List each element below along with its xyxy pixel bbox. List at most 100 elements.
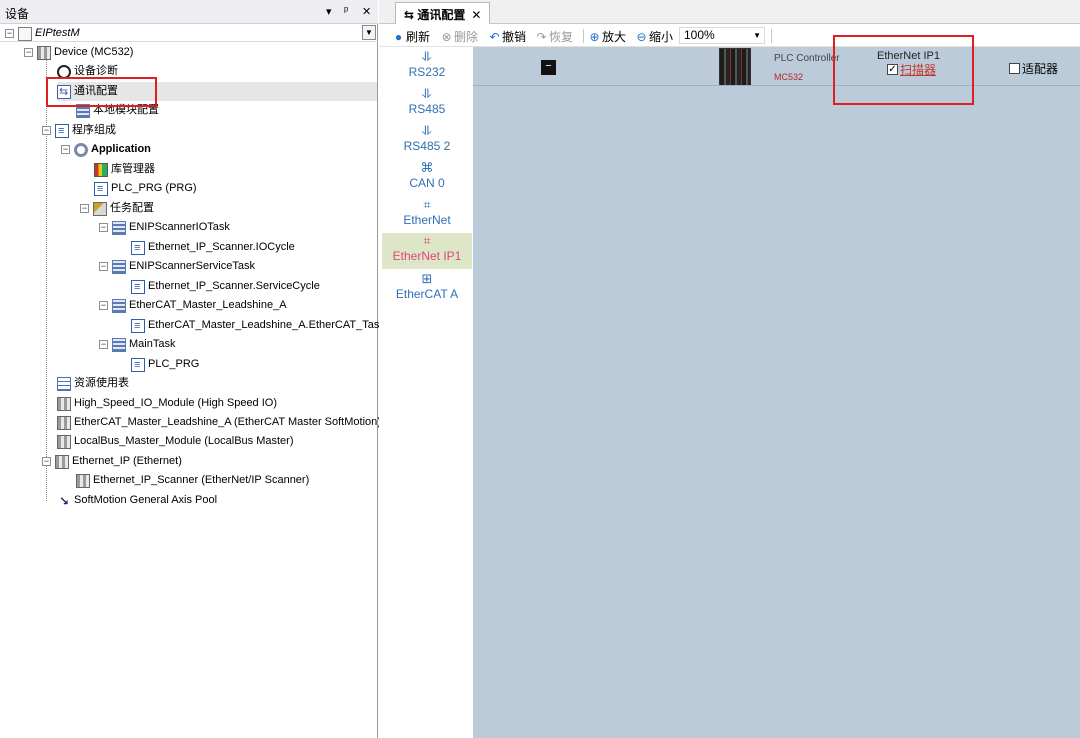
highlight-box (833, 35, 974, 105)
interface-sidebar: ⥥ RS232 ⥥ RS485 ⥥ RS485 2 ⌘ CAN 0 ⌗ EtherNet … (382, 47, 472, 738)
tree-item-program-group[interactable]: − 程序组成 (42, 121, 116, 141)
tree-item-task[interactable]: − MainTask (99, 335, 175, 354)
tree-item-task[interactable]: − ENIPScannerIOTask (99, 218, 230, 237)
program-icon (94, 180, 108, 199)
tree-item-eip-scanner[interactable]: Ethernet_IP_Scanner (EtherNet/IP Scanner… (76, 471, 309, 490)
tree-item-task[interactable]: − EtherCAT_Master_Leadshine_A (99, 296, 287, 315)
adapter-checkbox[interactable] (1009, 63, 1020, 74)
sidebar-item-rs485[interactable]: ⥥ RS485 (382, 86, 472, 122)
collapse-icon[interactable]: − (80, 204, 89, 213)
resource-table-label: 资源使用表 (74, 377, 129, 389)
tree-item-project[interactable]: − EIPtestM (5, 24, 80, 43)
delete-button[interactable]: ⊗ 删除 (441, 28, 478, 45)
library-manager-label: 库管理器 (111, 163, 155, 175)
pane-menu-icon[interactable]: ▾ (326, 5, 332, 18)
sidebar-item-ethernet-ip1[interactable]: ⌗ EtherNet IP1 (382, 233, 472, 269)
task-label: ENIPScannerIOTask (129, 221, 230, 233)
collapse-icon[interactable]: − (99, 301, 108, 310)
sidebar-item-ethercat-a[interactable]: ⊞ EtherCAT A (382, 271, 472, 307)
pin-icon[interactable]: ᵖ (344, 5, 348, 17)
application-label: Application (91, 143, 151, 155)
undo-button[interactable]: ↶ 撤销 (489, 28, 526, 45)
tree-item-resource-table[interactable]: 资源使用表 (57, 374, 129, 393)
collapse-icon[interactable]: − (99, 262, 108, 271)
redo-button[interactable]: ↷ 恢复 (536, 28, 573, 45)
serial-icon: ⥥ (422, 123, 432, 138)
zoom-out-button[interactable]: ⊖ 缩小 (636, 28, 673, 45)
tree-item-library-manager[interactable]: 库管理器 (94, 160, 155, 179)
tree-item-task-call[interactable]: EtherCAT_Master_Leadshine_A.EtherCAT_Tas… (131, 316, 385, 336)
can-bus-icon: ⌘ (420, 160, 434, 175)
sidebar-item-label: RS485 (408, 102, 446, 116)
task-call-label: Ethernet_IP_Scanner.IOCycle (148, 241, 295, 253)
redo-icon: ↷ (536, 30, 547, 44)
device-pane-titlebar: 设备 ▾ ᵖ ✕ (0, 0, 378, 24)
chevron-down-icon: ▼ (753, 31, 761, 40)
zoom-value: 100% (684, 28, 715, 42)
tree-item-task-call[interactable]: Ethernet_IP_Scanner.ServiceCycle (131, 277, 320, 297)
undo-icon: ↶ (489, 30, 500, 44)
network-config-icon: ⇆ (404, 8, 418, 22)
device-icon (57, 396, 71, 411)
zoom-select[interactable]: 100% ▼ (679, 27, 765, 44)
sidebar-item-label: RS485 2 (403, 139, 451, 153)
tree-item-task-call[interactable]: Ethernet_IP_Scanner.IOCycle (131, 238, 295, 258)
device-icon (37, 45, 51, 60)
tree-item-ethernet-ip[interactable]: − Ethernet_IP (Ethernet) (42, 452, 182, 471)
sidebar-item-rs232[interactable]: ⥥ RS232 (382, 49, 472, 85)
zoom-in-button[interactable]: ⊕ 放大 (589, 28, 626, 45)
collapse-icon[interactable]: − (99, 340, 108, 349)
plc-controller-image[interactable] (719, 48, 751, 86)
tree-item-module[interactable]: LocalBus_Master_Module (LocalBus Master) (57, 432, 294, 451)
collapse-icon[interactable]: − (99, 223, 108, 232)
zoom-out-label: 缩小 (649, 30, 674, 44)
collapse-button[interactable]: − (541, 60, 556, 75)
module-label: LocalBus_Master_Module (LocalBus Master) (74, 435, 294, 447)
tree-item-plc-prg[interactable]: PLC_PRG (PRG) (94, 179, 197, 199)
delete-icon: ⊗ (441, 30, 452, 44)
collapse-icon[interactable]: − (61, 145, 70, 154)
undo-label: 撤销 (502, 30, 527, 44)
toolbar: ● 刷新 ⊗ 删除 ↶ 撤销 ↷ 恢复 ⊕ 放大 ⊖ 缩小 100% ▼ (379, 25, 1080, 47)
tree-item-task[interactable]: − ENIPScannerServiceTask (99, 257, 255, 276)
task-call-label: EtherCAT_Master_Leadshine_A.EtherCAT_Tas… (148, 319, 385, 331)
diagnostics-label: 设备诊断 (74, 65, 118, 77)
collapse-icon[interactable]: − (42, 126, 51, 135)
axis-pool-label: SoftMotion General Axis Pool (74, 494, 218, 506)
serial-icon: ⥥ (422, 86, 432, 101)
tab-comm-config[interactable]: ⇆ 通讯配置 ✕ (395, 2, 491, 24)
close-icon[interactable]: ✕ (471, 8, 481, 22)
program-call-icon (131, 356, 145, 375)
tree-item-module[interactable]: High_Speed_IO_Module (High Speed IO) (57, 394, 277, 413)
task-icon (112, 337, 126, 352)
editor-pane: ⇆ 通讯配置 ✕ ● 刷新 ⊗ 删除 ↶ 撤销 ↷ 恢复 ⊕ 放大 ⊖ 缩小 100% ▼ ⥥ R… (379, 0, 1080, 738)
tree-item-application[interactable]: − Application (61, 140, 151, 159)
tree-item-task-call[interactable]: PLC_PRG (131, 355, 199, 375)
eip-scanner-label: Ethernet_IP_Scanner (EtherNet/IP Scanner… (93, 474, 310, 486)
task-label: EtherCAT_Master_Leadshine_A (129, 299, 287, 311)
tree-item-device[interactable]: − Device (MC532) (24, 43, 133, 62)
tab-strip: ⇆ 通讯配置 ✕ (379, 0, 1080, 24)
sidebar-item-label: EtherCAT A (395, 287, 459, 301)
sidebar-item-rs485-2[interactable]: ⥥ RS485 2 (382, 123, 472, 159)
device-label: Device (MC532) (54, 46, 134, 58)
device-icon (76, 473, 90, 488)
task-config-icon (93, 201, 107, 216)
collapse-icon[interactable]: − (5, 29, 14, 38)
ethernet-icon: ⌗ (423, 197, 431, 212)
sidebar-item-can0[interactable]: ⌘ CAN 0 (382, 160, 472, 196)
tree-dropdown-button[interactable]: ▼ (362, 25, 376, 40)
sidebar-item-ethernet[interactable]: ⌗ EtherNet (382, 197, 472, 233)
device-icon (57, 434, 71, 449)
adapter-option[interactable]: 适配器 (1009, 60, 1058, 77)
delete-label: 删除 (454, 30, 479, 44)
tab-label: 通讯配置 (417, 8, 466, 22)
close-icon[interactable]: ✕ (362, 5, 371, 18)
device-pane-title: 设备 (5, 7, 30, 21)
refresh-button[interactable]: ● 刷新 (393, 28, 430, 45)
collapse-icon[interactable]: − (42, 457, 51, 466)
tree-item-module[interactable]: EtherCAT_Master_Leadshine_A (EtherCAT Ma… (57, 413, 381, 432)
collapse-icon[interactable]: − (24, 48, 33, 57)
tree-item-axis-pool[interactable]: SoftMotion General Axis Pool (57, 491, 218, 511)
tree-item-task-config[interactable]: − 任务配置 (80, 199, 154, 218)
